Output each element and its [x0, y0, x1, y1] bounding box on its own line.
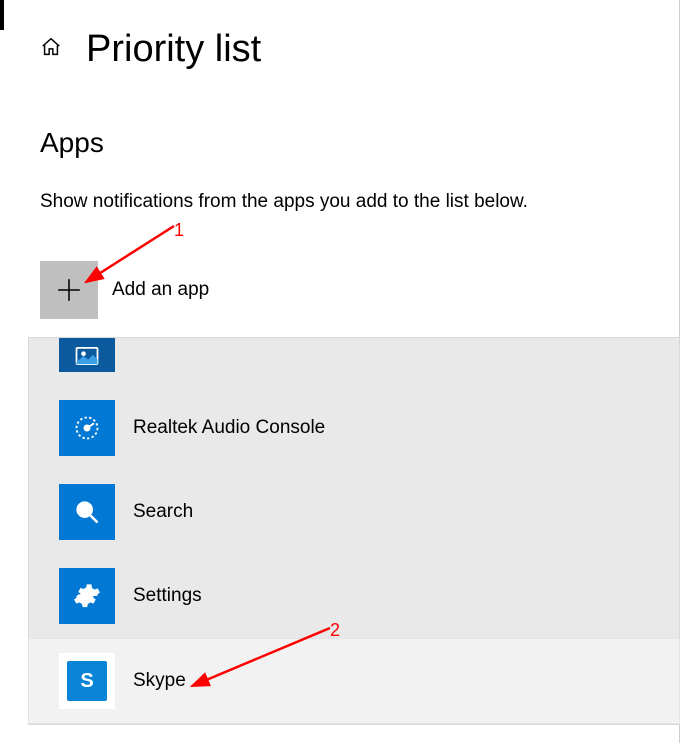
list-item[interactable]: Settings — [29, 554, 679, 638]
list-item[interactable] — [29, 338, 679, 386]
skype-icon: S — [59, 653, 115, 709]
list-item-label: Search — [133, 501, 193, 523]
add-an-app-label: Add an app — [112, 279, 209, 301]
app-picker-list: Realtek Audio Console Search Settings S … — [28, 337, 680, 725]
dial-icon — [59, 400, 115, 456]
title-row: Priority list — [40, 28, 679, 71]
list-item-label: Skype — [133, 670, 186, 692]
add-an-app-button[interactable]: Add an app — [40, 261, 679, 319]
page-title: Priority list — [86, 28, 261, 71]
search-icon — [59, 484, 115, 540]
priority-list-page: Priority list Apps Show notifications fr… — [0, 0, 680, 743]
list-item-label: Settings — [133, 585, 202, 607]
list-item-label: Realtek Audio Console — [133, 417, 325, 439]
gear-icon — [59, 568, 115, 624]
window-edge — [0, 0, 4, 30]
photos-icon — [59, 338, 115, 372]
list-item[interactable]: S Skype — [28, 638, 680, 724]
plus-icon — [40, 261, 98, 319]
section-title: Apps — [40, 127, 679, 159]
list-item[interactable]: Realtek Audio Console — [29, 386, 679, 470]
section-description: Show notifications from the apps you add… — [40, 191, 679, 213]
list-item[interactable]: Search — [29, 470, 679, 554]
home-icon[interactable] — [40, 36, 62, 63]
